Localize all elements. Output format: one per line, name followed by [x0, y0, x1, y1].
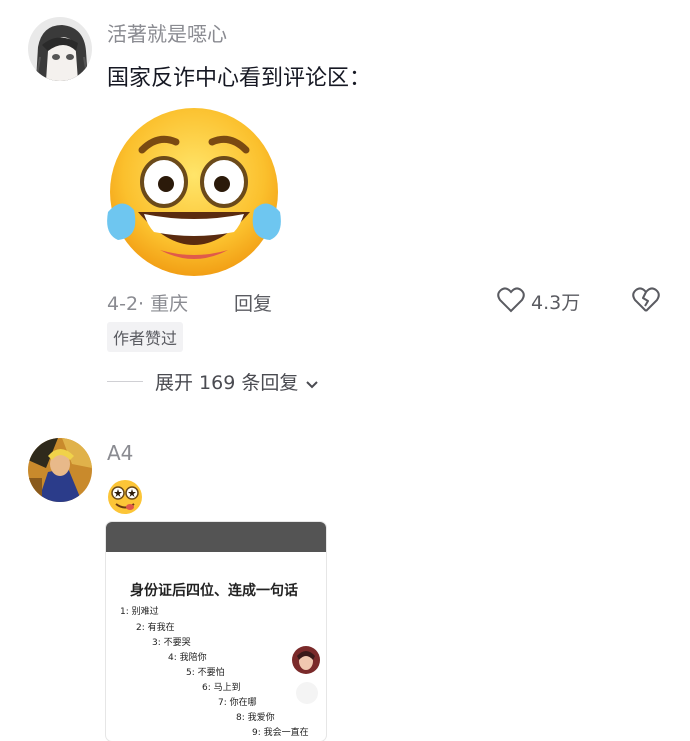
reply-button[interactable]: 回复 — [234, 289, 272, 316]
list-item: 1: 别难过 — [120, 607, 159, 617]
image-top-bar — [106, 522, 326, 552]
attached-image[interactable]: 身份证后四位、连成一句话 1: 别难过 2: 有我在 3: 不要哭 4: 我陪你… — [106, 522, 326, 741]
broken-heart-icon[interactable] — [632, 287, 660, 317]
expand-replies-button[interactable]: 展开 169 条回复 — [155, 368, 319, 395]
divider — [107, 381, 143, 382]
list-item: 4: 我陪你 — [168, 653, 207, 663]
list-item: 9: 我会一直在 — [252, 728, 309, 738]
faded-circle — [296, 682, 318, 704]
comment-text: 国家反诈中心看到评论区： — [107, 66, 372, 91]
list-item: 2: 有我在 — [136, 623, 175, 633]
heart-icon — [497, 287, 525, 317]
chevron-down-icon — [305, 375, 319, 394]
list-item: 8: 我爱你 — [236, 713, 275, 723]
comment-date-location: 4-2· 重庆 — [107, 293, 189, 315]
star-eyes-emoji — [106, 478, 144, 516]
avatar[interactable] — [28, 17, 92, 81]
crying-laughing-emoji — [104, 100, 284, 280]
expand-replies-label: 展开 169 条回复 — [155, 372, 299, 394]
avatar[interactable] — [28, 438, 92, 502]
like-button[interactable]: 4.3万 — [497, 286, 597, 316]
username[interactable]: 活著就是噁心 — [107, 18, 227, 47]
username[interactable]: A4 — [107, 441, 133, 465]
small-avatar — [292, 646, 320, 674]
list-item: 7: 你在哪 — [218, 698, 257, 708]
list-item: 5: 不要怕 — [186, 668, 225, 678]
list-item: 3: 不要哭 — [152, 638, 191, 648]
list-item: 6: 马上到 — [202, 683, 241, 693]
like-count: 4.3万 — [531, 292, 581, 314]
image-title: 身份证后四位、连成一句话 — [130, 583, 298, 599]
author-liked-badge: 作者赞过 — [107, 322, 184, 352]
